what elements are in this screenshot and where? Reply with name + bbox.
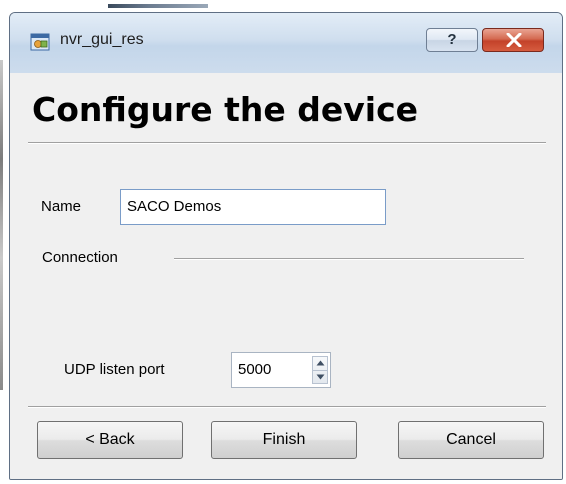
background-window-edge	[0, 60, 3, 390]
screen: nvr_gui_res ? Configure the device Name …	[0, 0, 566, 484]
finish-button[interactable]: Finish	[211, 421, 357, 459]
dialog-body: Configure the device Name SACO Demos Con…	[10, 73, 562, 479]
app-window-icon	[30, 33, 50, 51]
close-icon	[506, 33, 522, 47]
spin-buttons	[312, 356, 328, 384]
back-button[interactable]: < Back	[37, 421, 183, 459]
udp-port-value[interactable]: 5000	[238, 353, 271, 387]
spin-down-icon[interactable]	[316, 374, 325, 380]
connection-group-divider	[174, 258, 524, 260]
name-label: Name	[41, 198, 82, 215]
name-field[interactable]: SACO Demos	[120, 189, 386, 225]
close-button[interactable]	[482, 28, 544, 52]
wizard-dialog: nvr_gui_res ? Configure the device Name …	[9, 12, 563, 480]
background-window-fragment	[108, 4, 208, 8]
page-title: Configure the device	[32, 90, 419, 129]
connection-group-label: Connection	[42, 249, 118, 266]
udp-port-label: UDP listen port	[64, 361, 165, 378]
window-title: nvr_gui_res	[60, 31, 144, 48]
udp-port-spinbox[interactable]: 5000	[231, 352, 331, 388]
title-bar[interactable]: nvr_gui_res ?	[10, 13, 562, 73]
header-divider	[28, 142, 546, 144]
spin-separator	[313, 370, 327, 371]
footer-divider	[28, 406, 546, 408]
cancel-button[interactable]: Cancel	[398, 421, 544, 459]
spin-up-icon[interactable]	[316, 360, 325, 366]
help-button[interactable]: ?	[426, 28, 478, 52]
